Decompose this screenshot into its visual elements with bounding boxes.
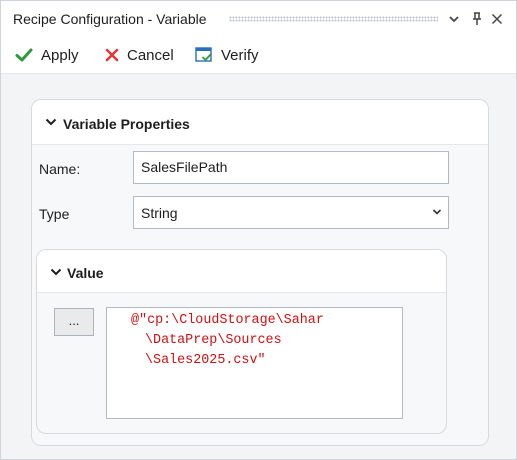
window-menu-button[interactable] [446,11,462,27]
variable-properties-header[interactable]: Variable Properties [32,100,488,145]
x-icon [105,48,119,62]
type-select[interactable]: String [133,196,449,229]
verify-button[interactable]: Verify [195,44,259,66]
value-header[interactable]: Value [37,250,446,293]
content-area: Variable Properties Name: SalesFilePath … [1,74,516,459]
code-line: \Sales2025.csv" [145,353,266,368]
code-line: @"cp:\CloudStorage\Sahar [131,313,324,328]
verify-window-icon [195,47,212,62]
close-button[interactable] [489,11,505,27]
toolbar: Apply Cancel Verify [1,37,516,74]
close-icon [491,13,503,25]
type-selected-value: String [141,205,178,221]
browse-button[interactable]: ... [54,308,94,336]
chevron-down-icon [449,16,459,23]
checkmark-icon [15,48,33,62]
apply-label: Apply [41,46,79,64]
pin-button[interactable] [469,11,485,27]
value-expression-editor[interactable]: @"cp:\CloudStorage\Sahar \DataPrep\Sourc… [106,307,403,419]
cancel-button[interactable]: Cancel [105,44,174,66]
recipe-configuration-window: Recipe Configuration - Variable Apply Ca… [0,0,517,460]
chevron-down-icon [45,118,57,126]
verify-label: Verify [221,46,259,64]
variable-properties-panel: Variable Properties Name: SalesFilePath … [31,99,489,446]
name-field[interactable]: SalesFilePath [133,151,449,184]
cancel-label: Cancel [127,46,174,64]
type-label: Type [39,206,70,222]
variable-properties-title: Variable Properties [63,116,190,132]
name-label: Name: [39,161,81,177]
title-grip [229,16,438,22]
window-title: Recipe Configuration - Variable [13,11,207,27]
value-panel: Value ... @"cp:\CloudStorage\Sahar \Data… [36,249,447,434]
pin-icon [473,12,481,25]
chevron-down-icon [432,209,442,215]
chevron-down-icon [50,268,62,276]
code-line: \DataPrep\Sources [145,333,282,348]
apply-button[interactable]: Apply [15,44,79,66]
value-title: Value [67,265,104,281]
title-bar[interactable]: Recipe Configuration - Variable [1,1,516,37]
